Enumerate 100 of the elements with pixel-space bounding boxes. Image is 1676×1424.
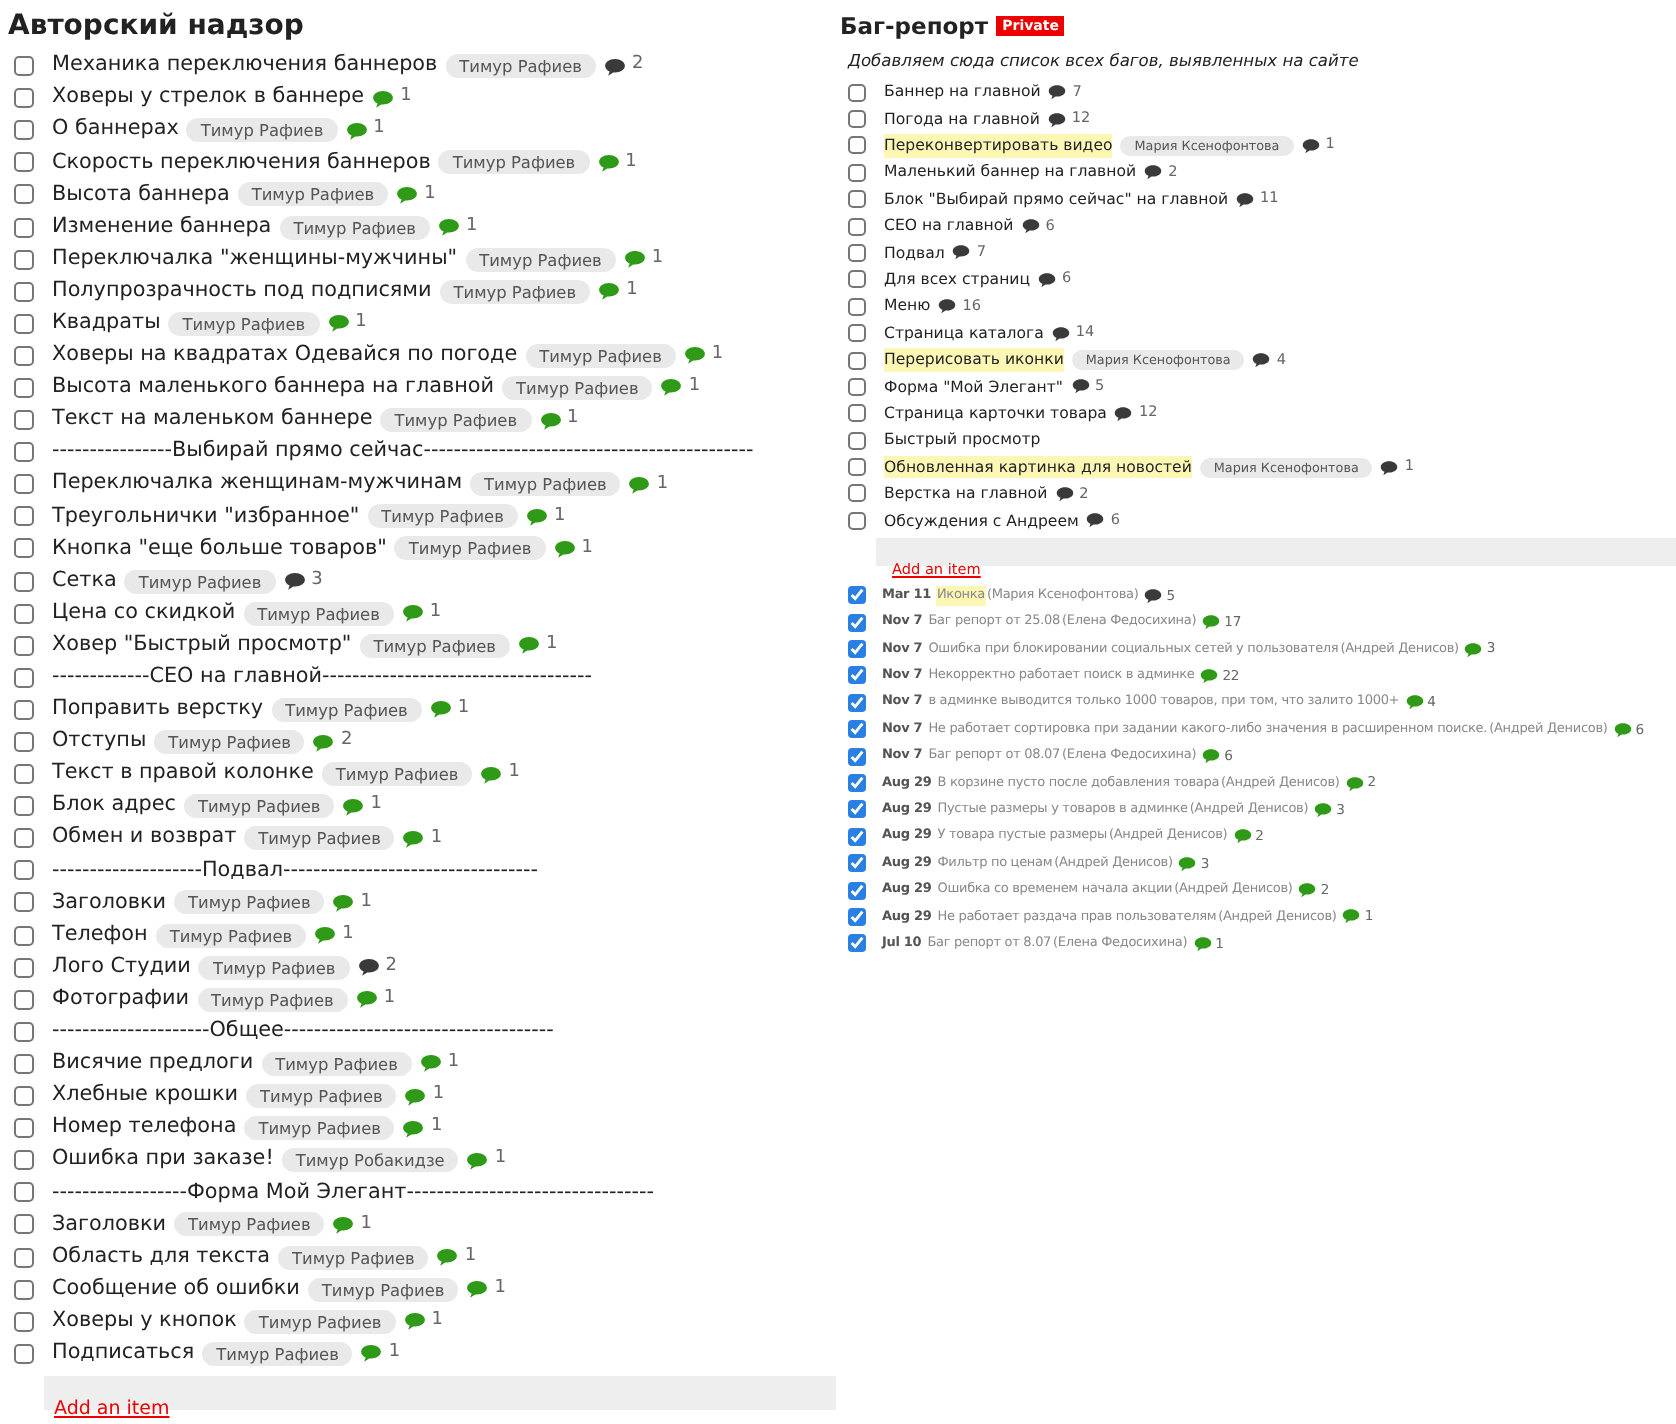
checkbox[interactable] xyxy=(14,506,34,527)
assignee-tag[interactable]: Тимур Рафиев xyxy=(243,601,394,626)
comment-icon[interactable] xyxy=(1144,164,1163,181)
assignee-tag[interactable]: Тимур Рафиев xyxy=(244,1309,396,1334)
assignee-tag[interactable]: Тимур Рафиев xyxy=(198,955,350,980)
comment-icon[interactable] xyxy=(283,572,306,591)
assignee-tag[interactable]: Тимур Рафиев xyxy=(359,633,511,658)
checkbox[interactable] xyxy=(14,410,34,431)
checkbox[interactable] xyxy=(14,442,34,463)
assignee-tag[interactable]: Тимур Робакидзе xyxy=(281,1148,459,1173)
assignee-tag[interactable]: Тимур Рафиев xyxy=(124,569,276,594)
checkbox[interactable] xyxy=(14,1247,34,1268)
checkbox[interactable] xyxy=(848,110,866,129)
checkbox[interactable] xyxy=(848,377,866,396)
assignee-tag[interactable]: Тимур Рафиев xyxy=(380,408,532,433)
checkbox[interactable] xyxy=(14,989,34,1010)
checkbox[interactable] xyxy=(848,484,866,503)
comment-icon[interactable] xyxy=(1301,137,1320,154)
checkbox[interactable] xyxy=(848,297,866,316)
comment-icon[interactable] xyxy=(1114,405,1133,422)
checkbox[interactable] xyxy=(848,163,866,182)
comment-icon[interactable] xyxy=(1086,512,1105,529)
checkbox[interactable] xyxy=(14,249,34,270)
comment-icon[interactable] xyxy=(357,958,380,977)
checkbox[interactable] xyxy=(14,217,34,238)
checkbox[interactable] xyxy=(14,1279,34,1300)
comment-icon[interactable] xyxy=(1047,111,1066,128)
comment-icon[interactable] xyxy=(1236,191,1255,208)
comment-icon[interactable] xyxy=(1380,459,1399,476)
assignee-tag[interactable]: Тимур Рафиев xyxy=(525,343,676,368)
checkbox[interactable] xyxy=(14,345,34,366)
checkbox[interactable] xyxy=(14,603,34,624)
checkbox[interactable] xyxy=(848,243,866,262)
assignee-tag[interactable]: Тимур Рафиев xyxy=(438,150,590,175)
comment-icon[interactable] xyxy=(603,57,626,76)
checkbox[interactable] xyxy=(14,377,34,398)
checkbox[interactable] xyxy=(14,860,34,881)
assignee-tag[interactable]: Тимур Рафиев xyxy=(439,279,591,304)
assignee-tag[interactable]: Тимур Рафиев xyxy=(174,890,325,915)
assignee-tag[interactable]: Тимур Рафиев xyxy=(244,826,395,851)
assignee-tag[interactable]: Тимур Рафиев xyxy=(279,215,430,240)
checkbox[interactable] xyxy=(848,458,866,477)
checkbox[interactable] xyxy=(14,1086,34,1107)
checkbox[interactable] xyxy=(848,586,866,605)
checkbox[interactable] xyxy=(14,313,34,334)
checkbox[interactable] xyxy=(848,800,866,819)
assignee-tag[interactable]: Тимур Рафиев xyxy=(168,311,320,336)
checkbox[interactable] xyxy=(14,474,34,495)
checkbox[interactable] xyxy=(848,666,866,685)
checkbox[interactable] xyxy=(14,1053,34,1074)
checkbox[interactable] xyxy=(848,720,866,739)
assignee-tag[interactable]: Тимур Рафиев xyxy=(261,1051,412,1076)
checkbox[interactable] xyxy=(14,1343,34,1364)
assignee-tag[interactable]: Тимур Рафиев xyxy=(174,1212,325,1237)
comment-icon[interactable] xyxy=(1038,271,1057,288)
checkbox[interactable] xyxy=(848,854,866,873)
assignee-tag[interactable]: Тимур Рафиев xyxy=(246,1084,397,1109)
comment-icon[interactable] xyxy=(1071,378,1090,395)
checkbox[interactable] xyxy=(848,511,866,530)
checkbox[interactable] xyxy=(848,693,866,712)
checkbox[interactable] xyxy=(848,907,866,926)
checkbox[interactable] xyxy=(14,699,34,720)
checkbox[interactable] xyxy=(848,774,866,792)
assignee-tag[interactable]: Тимур Рафиев xyxy=(244,1116,395,1141)
checkbox[interactable] xyxy=(14,184,34,205)
checkbox[interactable] xyxy=(14,667,34,688)
checkbox[interactable] xyxy=(848,270,866,289)
assignee-tag[interactable]: Тимур Рафиев xyxy=(271,697,422,722)
assignee-tag[interactable]: Тимур Рафиев xyxy=(202,1341,353,1366)
checkbox[interactable] xyxy=(14,56,34,77)
checkbox[interactable] xyxy=(14,571,34,592)
checkbox[interactable] xyxy=(14,1311,34,1332)
checkbox[interactable] xyxy=(14,1214,34,1235)
checkbox[interactable] xyxy=(848,613,866,632)
assignee-tag[interactable]: Тимур Рафиев xyxy=(394,536,546,561)
assignee-tag[interactable]: Тимур Рафиев xyxy=(197,987,348,1012)
checkbox[interactable] xyxy=(848,217,866,236)
assignee-tag[interactable]: Тимур Рафиев xyxy=(502,375,653,400)
checkbox[interactable] xyxy=(14,892,34,913)
checkbox[interactable] xyxy=(848,136,866,155)
checkbox[interactable] xyxy=(14,1021,34,1042)
checkbox[interactable] xyxy=(14,732,34,753)
checkbox[interactable] xyxy=(14,957,34,978)
assignee-tag[interactable]: Тимур Рафиев xyxy=(237,182,389,207)
checkbox[interactable] xyxy=(848,640,866,659)
assignee-tag[interactable]: Тимур Рафиев xyxy=(367,504,518,529)
assignee-tag[interactable]: Тимур Рафиев xyxy=(307,1277,459,1302)
checkbox[interactable] xyxy=(848,747,866,766)
comment-icon[interactable] xyxy=(952,244,971,261)
checkbox[interactable] xyxy=(848,351,866,370)
assignee-tag[interactable]: Тимур Рафиев xyxy=(186,118,338,143)
checkbox[interactable] xyxy=(848,827,866,846)
assignee-tag[interactable]: Тимур Рафиев xyxy=(465,247,616,272)
comment-icon[interactable] xyxy=(1051,325,1070,342)
comment-icon[interactable] xyxy=(1021,218,1040,235)
checkbox[interactable] xyxy=(14,281,34,302)
checkbox[interactable] xyxy=(848,83,866,102)
checkbox[interactable] xyxy=(14,635,34,656)
checkbox[interactable] xyxy=(14,925,34,946)
checkbox[interactable] xyxy=(14,88,34,109)
